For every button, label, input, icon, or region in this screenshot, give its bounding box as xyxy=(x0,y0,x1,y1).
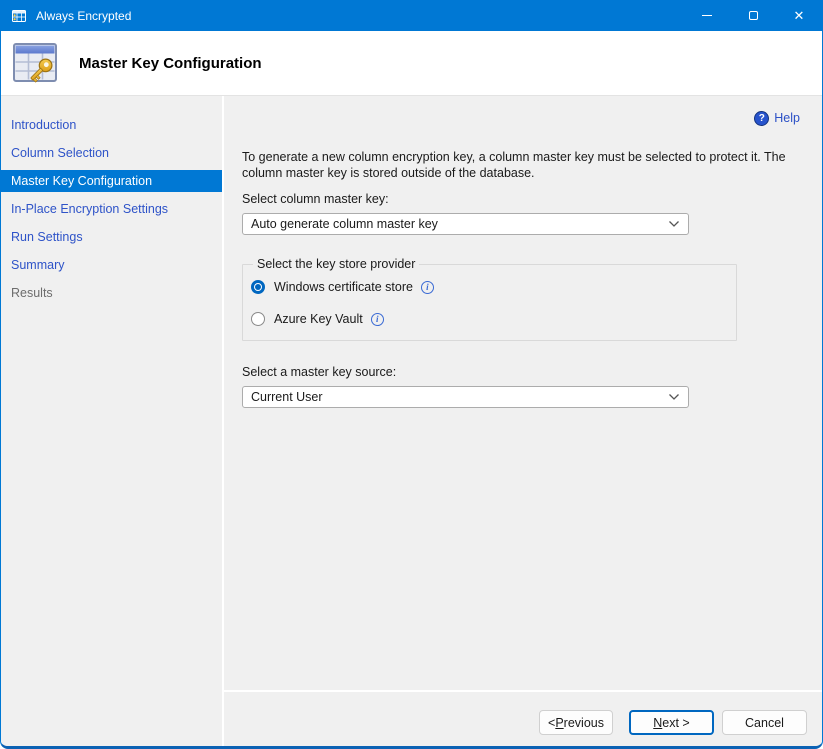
master-key-source-value: Current User xyxy=(251,390,668,404)
chevron-down-icon xyxy=(668,393,680,401)
sidebar-item-column-selection[interactable]: Column Selection xyxy=(1,142,222,164)
window-title: Always Encrypted xyxy=(36,9,684,23)
sidebar-item-in-place-encryption-settings[interactable]: In-Place Encryption Settings xyxy=(1,198,222,220)
wizard-header: Master Key Configuration xyxy=(1,31,822,96)
close-icon: ✕ xyxy=(794,9,805,22)
radio-windows-certificate-store[interactable]: Windows certificate store i xyxy=(251,280,736,294)
master-key-label: Select column master key: xyxy=(242,192,822,206)
cancel-button[interactable]: Cancel xyxy=(722,710,807,735)
previous-button[interactable]: < Previous xyxy=(539,710,613,735)
footer-separator xyxy=(224,690,822,692)
minimize-button[interactable] xyxy=(684,0,730,31)
sidebar-item-results: Results xyxy=(1,282,222,304)
column-master-key-combobox[interactable]: Auto generate column master key xyxy=(242,213,689,235)
chevron-down-icon xyxy=(668,220,680,228)
radio-button-icon xyxy=(251,280,265,294)
wizard-body: Introduction Column Selection Master Key… xyxy=(1,96,822,746)
key-store-provider-group-title: Select the key store provider xyxy=(253,257,419,271)
column-master-key-value: Auto generate column master key xyxy=(251,217,668,231)
help-link[interactable]: ? Help xyxy=(242,110,822,126)
sidebar-item-master-key-configuration[interactable]: Master Key Configuration xyxy=(1,170,222,192)
radio-azure-key-vault-label: Azure Key Vault xyxy=(274,312,363,326)
wizard-steps-sidebar: Introduction Column Selection Master Key… xyxy=(1,96,224,746)
intro-text: To generate a new column encryption key,… xyxy=(242,150,787,181)
page-title: Master Key Configuration xyxy=(79,55,262,72)
title-bar: Always Encrypted ✕ xyxy=(1,0,822,31)
footer-button-bar: < Previous Next > Cancel xyxy=(539,710,807,735)
sidebar-item-summary[interactable]: Summary xyxy=(1,254,222,276)
minimize-icon xyxy=(702,15,712,16)
key-source-label: Select a master key source: xyxy=(242,365,822,379)
radio-button-icon xyxy=(251,312,265,326)
help-icon: ? xyxy=(754,111,769,126)
master-key-source-combobox[interactable]: Current User xyxy=(242,386,689,408)
info-icon[interactable]: i xyxy=(371,313,384,326)
table-key-icon xyxy=(11,39,59,87)
app-table-key-icon xyxy=(11,8,27,24)
maximize-icon xyxy=(749,11,758,20)
close-button[interactable]: ✕ xyxy=(776,0,822,31)
next-button[interactable]: Next > xyxy=(629,710,714,735)
always-encrypted-wizard-window: Always Encrypted ✕ xyxy=(0,0,823,749)
info-icon[interactable]: i xyxy=(421,281,434,294)
key-store-provider-group: Select the key store provider Windows ce… xyxy=(242,257,737,341)
help-label: Help xyxy=(774,111,800,125)
radio-windows-certificate-store-label: Windows certificate store xyxy=(274,280,413,294)
maximize-button[interactable] xyxy=(730,0,776,31)
radio-azure-key-vault[interactable]: Azure Key Vault i xyxy=(251,312,736,326)
sidebar-item-run-settings[interactable]: Run Settings xyxy=(1,226,222,248)
main-panel: ? Help To generate a new column encrypti… xyxy=(224,96,822,746)
sidebar-item-introduction[interactable]: Introduction xyxy=(1,114,222,136)
